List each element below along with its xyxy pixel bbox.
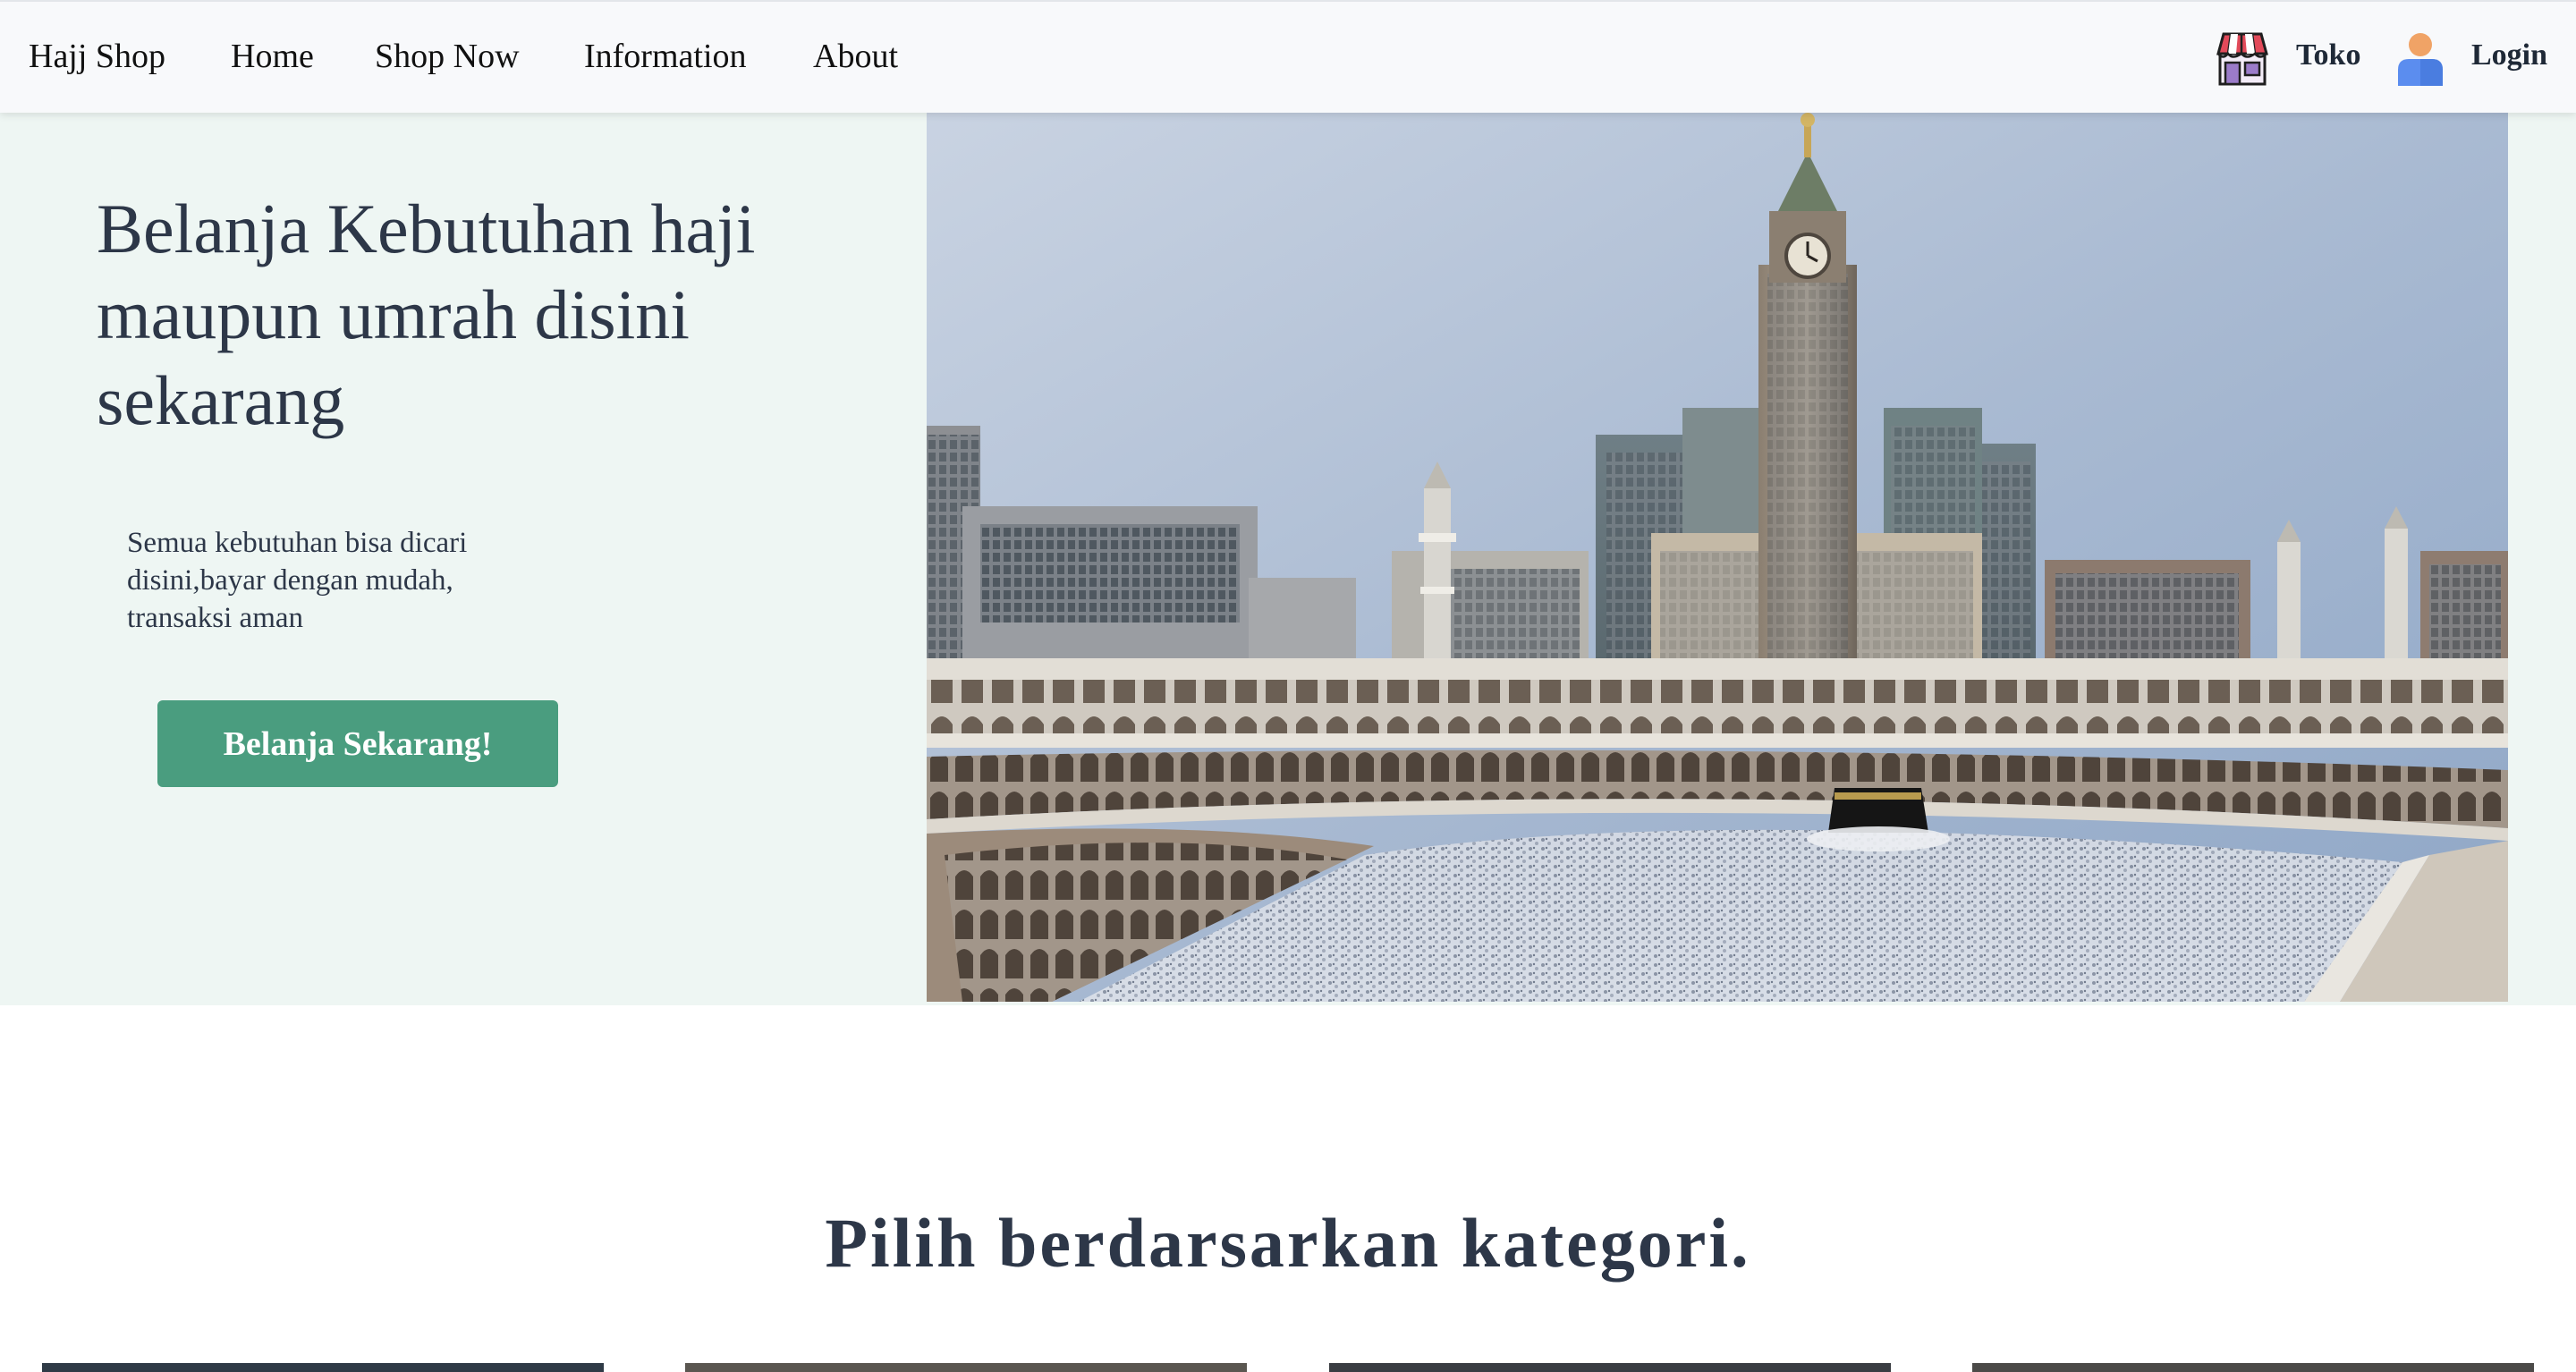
category-card[interactable]	[42, 1363, 604, 1372]
brand-link[interactable]: Hajj Shop	[29, 34, 165, 79]
nav-link-about[interactable]: About	[813, 34, 898, 79]
category-card[interactable]	[1329, 1363, 1891, 1372]
login-link[interactable]: Login	[2471, 34, 2547, 77]
storefront-icon[interactable]	[2215, 30, 2270, 86]
hero-title: Belanja Kebutuhan haji maupun umrah disi…	[97, 190, 756, 439]
nav-link-shop-now[interactable]: Shop Now	[375, 34, 520, 79]
category-card[interactable]	[1972, 1363, 2534, 1372]
nav-link-information[interactable]: Information	[584, 34, 747, 79]
hero-image-masjid-al-haram	[927, 113, 2508, 1002]
shop-now-button[interactable]: Belanja Sekarang!	[157, 700, 558, 787]
store-link[interactable]: Toko	[2296, 34, 2360, 77]
category-card[interactable]	[685, 1363, 1247, 1372]
hero-section: Belanja Kebutuhan haji maupun umrah disi…	[0, 113, 2576, 1005]
user-icon[interactable]	[2395, 30, 2445, 86]
category-heading: Pilih berdarsarkan kategori.	[825, 1204, 1751, 1282]
hero-description: Semua kebutuhan bisa dicari disini,bayar…	[127, 527, 468, 634]
nav-link-home[interactable]: Home	[231, 34, 314, 79]
top-navbar: Hajj Shop Home Shop Now Information Abou…	[0, 0, 2576, 113]
